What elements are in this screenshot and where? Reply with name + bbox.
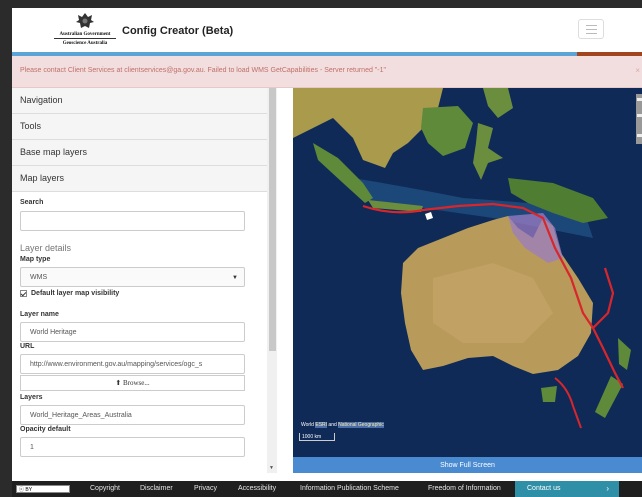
app-title: Config Creator (Beta) bbox=[122, 25, 234, 37]
accordion-map-layers[interactable]: Map layers bbox=[12, 166, 267, 192]
footer-link-copyright[interactable]: Copyright bbox=[90, 485, 120, 492]
contact-us-button[interactable]: Contact us › bbox=[515, 481, 619, 497]
visibility-label: Default layer map visibility bbox=[31, 290, 120, 297]
search-input[interactable] bbox=[20, 211, 245, 231]
map-canvas[interactable] bbox=[293, 88, 642, 457]
layer-details-title: Layer details bbox=[20, 243, 72, 253]
scroll-down-icon[interactable]: ▼ bbox=[269, 465, 274, 471]
url-label: URL bbox=[20, 343, 35, 350]
esri-link[interactable]: ESRI bbox=[315, 422, 328, 428]
opacity-label: Opacity default bbox=[20, 426, 71, 433]
layers-label: Layers bbox=[20, 394, 43, 401]
chevron-right-icon: › bbox=[606, 484, 609, 493]
agency-logo[interactable]: Australian Government Geoscience Austral… bbox=[54, 12, 116, 50]
accordion-tools[interactable]: Tools bbox=[12, 114, 267, 140]
app-frame: Australian Government Geoscience Austral… bbox=[12, 8, 642, 497]
layer-name-label: Layer name bbox=[20, 311, 59, 318]
map-type-value: WMS bbox=[30, 274, 48, 281]
map-layers-panel: Search Layer details Map type WMS ▼ Defa… bbox=[12, 199, 267, 457]
close-icon[interactable]: × bbox=[635, 66, 640, 75]
footer-link-ips[interactable]: Information Publication Scheme bbox=[300, 485, 399, 492]
coat-of-arms-icon bbox=[76, 13, 94, 28]
tasmania-island bbox=[541, 386, 557, 402]
gov-line: Australian Government bbox=[54, 32, 116, 39]
map-type-select[interactable]: WMS ▼ bbox=[20, 267, 245, 287]
upload-icon: ⬆ bbox=[115, 379, 122, 387]
zoom-control[interactable] bbox=[636, 94, 642, 144]
scale-bar: 1000 km bbox=[299, 433, 335, 441]
footer-link-disclaimer[interactable]: Disclaimer bbox=[140, 485, 173, 492]
layer-name-input[interactable]: World Heritage bbox=[20, 322, 245, 342]
header: Australian Government Geoscience Austral… bbox=[12, 8, 642, 52]
agency-line: Geoscience Australia bbox=[62, 41, 108, 46]
error-alert: Please contact Client Services at client… bbox=[12, 56, 642, 88]
cc-icon: ⓒ bbox=[19, 487, 25, 493]
config-sidebar: Navigation Tools Base map layers Map lay… bbox=[12, 88, 267, 473]
caret-down-icon: ▼ bbox=[232, 275, 238, 281]
sidebar-scrollbar[interactable]: ▼ bbox=[267, 88, 277, 473]
footer: ⓒ BY Copyright Disclaimer Privacy Access… bbox=[12, 481, 642, 497]
map-view[interactable]: World ESRI and National Geographic 1000 … bbox=[293, 88, 642, 457]
footer-link-accessibility[interactable]: Accessibility bbox=[238, 485, 276, 492]
search-label: Search bbox=[20, 199, 44, 206]
alert-message: Please contact Client Services at client… bbox=[20, 67, 386, 74]
map-type-label: Map type bbox=[20, 256, 51, 263]
browse-button[interactable]: ⬆ Browse... bbox=[20, 375, 245, 391]
natgeo-link[interactable]: National Geographic bbox=[338, 422, 384, 428]
cc-license-badge[interactable]: ⓒ BY bbox=[16, 485, 70, 493]
footer-link-privacy[interactable]: Privacy bbox=[194, 485, 217, 492]
url-input[interactable]: http://www.environment.gov.au/mapping/se… bbox=[20, 354, 245, 374]
menu-button[interactable] bbox=[578, 19, 604, 39]
visibility-checkbox[interactable]: Default layer map visibility bbox=[20, 290, 267, 297]
scrollbar-thumb[interactable] bbox=[269, 88, 276, 351]
footer-link-foi[interactable]: Freedom of Information bbox=[428, 485, 501, 492]
accordion-navigation[interactable]: Navigation bbox=[12, 88, 267, 114]
browse-label: Browse... bbox=[122, 379, 150, 387]
opacity-input[interactable]: 1 bbox=[20, 437, 245, 457]
hamburger-icon bbox=[586, 25, 597, 26]
map-attribution: World ESRI and National Geographic bbox=[301, 422, 384, 428]
layers-input[interactable]: World_Heritage_Areas_Australia bbox=[20, 405, 245, 425]
show-full-screen-button[interactable]: Show Full Screen bbox=[293, 457, 642, 473]
checkbox-icon[interactable] bbox=[20, 290, 27, 297]
accordion-base-map-layers[interactable]: Base map layers bbox=[12, 140, 267, 166]
